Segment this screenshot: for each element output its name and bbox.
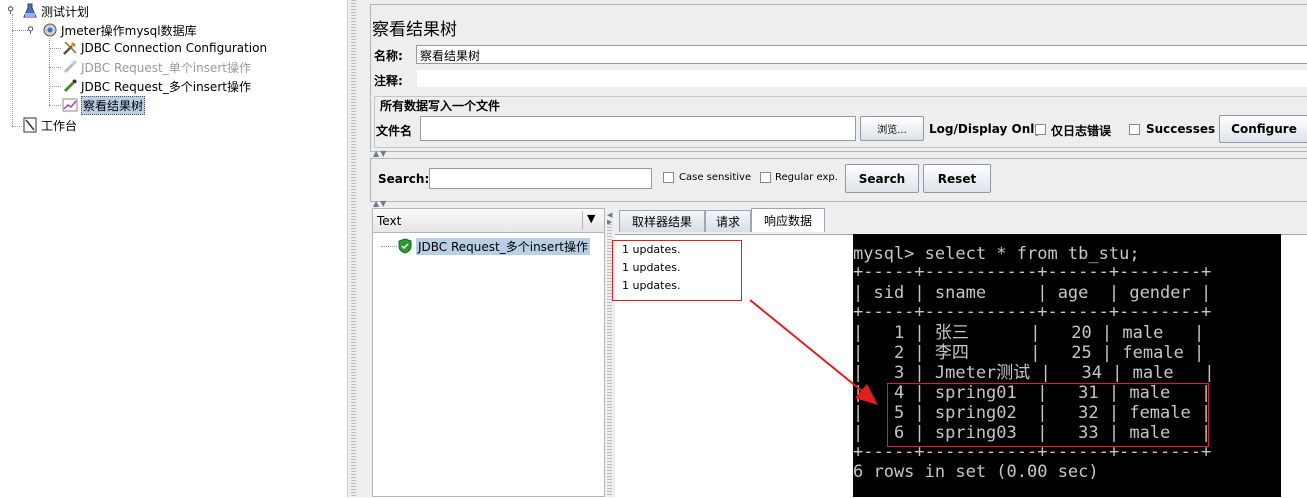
tree-item-workbench[interactable]: 工作台 [22,116,77,134]
tree-item-test-plan[interactable]: 测试计划 [22,2,89,20]
chart-icon [62,97,78,113]
list-item[interactable]: JDBC Request_多个insert操作 [397,237,590,255]
tree-item-request-multi[interactable]: JDBC Request_多个insert操作 [62,77,251,95]
regular-exp-label: Regular exp. [775,172,838,183]
search-label: Search: [378,172,430,186]
terminal-footer: 6 rows in set (0.00 sec) [853,462,1099,482]
successes-checkbox[interactable] [1129,124,1140,135]
collapse-arrows-icon[interactable]: ▲▼ [373,199,387,208]
comment-field[interactable] [416,69,1307,88]
flask-icon [22,3,38,19]
list-item-label: JDBC Request_多个insert操作 [416,237,590,255]
collapse-handle-test-plan[interactable]: ⚲ [6,6,15,16]
tree-item-thread-group[interactable]: Jmeter操作mysql数据库 [42,21,197,39]
collapse-arrows-icon[interactable]: ▲▼ [373,149,387,158]
highlight-box [612,240,742,301]
successes-label: Successes [1146,122,1216,136]
comment-label: 注释: [374,74,403,88]
collapse-handle-thread-group[interactable]: ⚲ [26,26,35,36]
terminal-highlight-box [887,383,1209,447]
renderer-select[interactable]: Text ▼ [373,209,604,233]
file-group-title: 所有数据写入一个文件 [379,97,502,114]
tree-item-label: 测试计划 [41,4,90,19]
terminal-border: +-----+-----------+------+--------+ [853,262,1212,282]
pipette-icon [62,78,78,94]
tab-request[interactable]: 请求 [705,210,751,232]
tab-response-data[interactable]: 响应数据 [751,208,825,232]
wrench-icon [62,40,78,56]
filename-input[interactable] [420,116,856,141]
config-panel: 察看结果树 名称: 察看结果树 注释: 所有数据写入一个文件 文件名 浏览...… [370,4,1307,152]
case-sensitive-checkbox[interactable] [663,172,674,183]
tree-item-jdbc-config[interactable]: JDBC Connection Configuration [62,39,267,57]
terminal-command: mysql> select * from tb_stu; [853,244,1140,264]
terminal-row: | 2 | 李四 | 25 | female | [853,343,1205,363]
terminal-row: | 3 | Jmeter测试 | 34 | male | [853,363,1215,383]
gear-icon [42,22,58,38]
tab-sampler-result[interactable]: 取样器结果 [619,210,705,232]
chevron-down-icon: ▼ [587,212,596,225]
filename-label: 文件名 [376,124,413,138]
name-field[interactable]: 察看结果树 [416,45,1307,64]
regular-exp-checkbox[interactable] [760,172,771,183]
mysql-terminal-image: mysql> select * from tb_stu; +-----+----… [853,234,1281,497]
log-display-label: Log/Display Only: [929,122,1047,136]
reset-button[interactable]: Reset [923,164,991,193]
configure-button[interactable]: Configure [1219,115,1307,143]
pipette-icon [62,59,78,75]
browse-button[interactable]: 浏览... [860,116,924,141]
tree-item-label: JDBC Connection Configuration [81,41,268,55]
test-plan-tree[interactable]: ⚲ ⚲ 测试计划 Jmeter操作mysql数据库 JDBC Connectio… [0,0,347,497]
case-sensitive-label: Case sensitive [679,172,752,183]
tree-item-label: 察看结果树 [81,95,146,115]
tree-item-label: Jmeter操作mysql数据库 [61,23,197,38]
search-input[interactable] [429,168,652,189]
page-title: 察看结果树 [372,20,457,40]
tree-item-label: JDBC Request_多个insert操作 [81,79,251,94]
terminal-border: +-----+-----------+------+--------+ [853,302,1212,322]
tree-item-request-single[interactable]: JDBC Request_单个insert操作 [62,58,251,76]
terminal-header: | sid | sname | age | gender | [853,283,1212,303]
name-label: 名称: [374,49,403,63]
search-button[interactable]: Search [845,164,919,193]
success-shield-icon [397,238,413,254]
sample-result-list: Text ▼ JDBC Request_多个insert操作 [372,208,605,497]
annotation-arrow [749,299,878,405]
search-panel: Search: Case sensitive Regular exp. Sear… [370,158,1307,202]
errors-only-checkbox[interactable] [1035,124,1046,135]
terminal-row: | 1 | 张三 | 20 | male | [853,323,1205,343]
errors-only-label: 仅日志错误 [1051,124,1112,138]
renderer-value: Text [377,214,402,228]
tree-item-label: 工作台 [41,118,78,133]
clipboard-icon [22,117,38,133]
tree-item-label: JDBC Request_单个insert操作 [81,60,251,75]
tree-item-result-tree[interactable]: 察看结果树 [62,95,146,115]
